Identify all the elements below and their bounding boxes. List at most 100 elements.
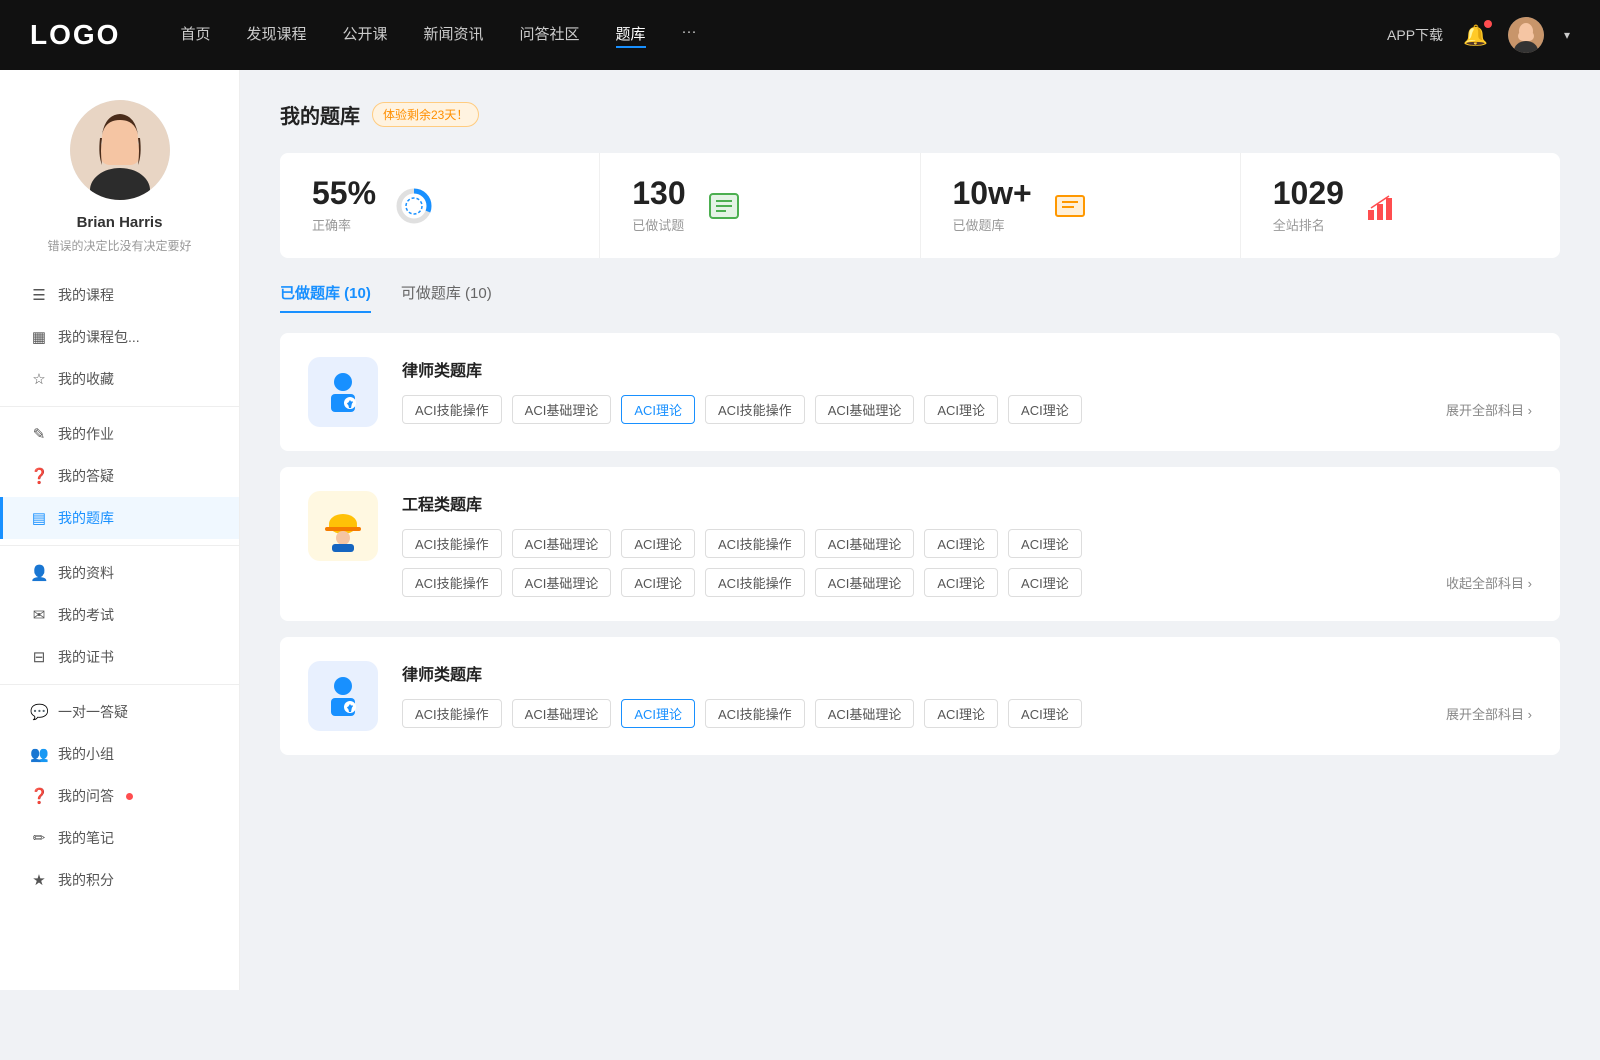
favorites-icon: ☆ [30, 370, 48, 388]
sidebar-item-label: 我的答疑 [58, 466, 114, 486]
stat-label-questions: 已做试题 [632, 215, 685, 234]
sidebar-item-label: 我的收藏 [58, 369, 114, 389]
nav-courses[interactable]: 发现课程 [246, 23, 306, 48]
my-courses-icon: ☰ [30, 286, 48, 304]
eng-tag2-2[interactable]: ACI理论 [621, 568, 695, 597]
questions-icon [704, 186, 744, 226]
sidebar-item-my-qa[interactable]: ❓ 我的问答 [0, 775, 239, 817]
sidebar-item-profile[interactable]: 👤 我的资料 [0, 552, 239, 594]
l2-tag-2-selected[interactable]: ACI理论 [621, 699, 695, 728]
sidebar-divider-3 [0, 684, 239, 685]
nav-news[interactable]: 新闻资讯 [424, 23, 484, 48]
notification-bell-icon[interactable]: 🔔 [1463, 23, 1488, 48]
profile-icon: 👤 [30, 564, 48, 582]
bank-body-engineer: 工程类题库 ACI技能操作 ACI基础理论 ACI理论 ACI技能操作 ACI基… [402, 491, 1532, 597]
tab-available-banks[interactable]: 可做题库 (10) [401, 282, 492, 313]
tag-0[interactable]: ACI技能操作 [402, 395, 502, 424]
tag-2-selected[interactable]: ACI理论 [621, 395, 695, 424]
eng-tag2-6[interactable]: ACI理论 [1008, 568, 1082, 597]
stat-label-ranking: 全站排名 [1273, 215, 1344, 234]
engineer-icon [308, 491, 378, 561]
l2-tag-5[interactable]: ACI理论 [924, 699, 998, 728]
sidebar-item-qa[interactable]: ❓ 我的答疑 [0, 455, 239, 497]
stat-label-rate: 正确率 [312, 215, 376, 234]
expand-link-lawyer-1[interactable]: 展开全部科目 › [1446, 400, 1532, 419]
sidebar-item-one-on-one[interactable]: 💬 一对一答疑 [0, 691, 239, 733]
sidebar-item-label: 我的问答 [58, 786, 114, 806]
trial-badge: 体验剩余23天！ [372, 102, 479, 127]
sidebar-item-course-package[interactable]: ▦ 我的课程包... [0, 316, 239, 358]
user-dropdown-arrow[interactable]: ▾ [1564, 28, 1570, 42]
bank-title-lawyer-1: 律师类题库 [402, 357, 1532, 381]
expand-link-lawyer-2[interactable]: 展开全部科目 › [1446, 704, 1532, 723]
eng-tag2-5[interactable]: ACI理论 [924, 568, 998, 597]
eng-tag-1[interactable]: ACI基础理论 [512, 529, 612, 558]
bank-body-lawyer-2: 律师类题库 ACI技能操作 ACI基础理论 ACI理论 ACI技能操作 ACI基… [402, 661, 1532, 728]
sidebar-item-label: 我的笔记 [58, 828, 114, 848]
bank-card-lawyer-2: 律师类题库 ACI技能操作 ACI基础理论 ACI理论 ACI技能操作 ACI基… [280, 637, 1560, 755]
sidebar-item-label: 我的考试 [58, 605, 114, 625]
tab-done-banks[interactable]: 已做题库 (10) [280, 282, 371, 313]
tags-row-engineer-1: ACI技能操作 ACI基础理论 ACI理论 ACI技能操作 ACI基础理论 AC… [402, 529, 1532, 558]
tags-row-engineer-2: ACI技能操作 ACI基础理论 ACI理论 ACI技能操作 ACI基础理论 AC… [402, 568, 1532, 597]
sidebar-item-label: 我的小组 [58, 744, 114, 764]
sidebar-item-label: 我的积分 [58, 870, 114, 890]
nav-menu: 首页 发现课程 公开课 新闻资讯 问答社区 题库 ··· [180, 23, 1387, 48]
app-download-button[interactable]: APP下载 [1387, 25, 1443, 45]
sidebar-item-notes[interactable]: ✏ 我的笔记 [0, 817, 239, 859]
eng-tag2-1[interactable]: ACI基础理论 [512, 568, 612, 597]
l2-tag-0[interactable]: ACI技能操作 [402, 699, 502, 728]
l2-tag-6[interactable]: ACI理论 [1008, 699, 1082, 728]
l2-tag-4[interactable]: ACI基础理论 [815, 699, 915, 728]
collapse-link-engineer[interactable]: 收起全部科目 › [1446, 573, 1532, 592]
sidebar-item-exam[interactable]: ✉ 我的考试 [0, 594, 239, 636]
nav-open-course[interactable]: 公开课 [342, 23, 387, 48]
eng-tag2-3[interactable]: ACI技能操作 [705, 568, 805, 597]
nav-qa[interactable]: 问答社区 [520, 23, 580, 48]
tab-bar: 已做题库 (10) 可做题库 (10) [280, 282, 1560, 313]
eng-tag-0[interactable]: ACI技能操作 [402, 529, 502, 558]
l2-tag-1[interactable]: ACI基础理论 [512, 699, 612, 728]
sidebar-item-certificate[interactable]: ⊟ 我的证书 [0, 636, 239, 678]
sidebar-item-favorites[interactable]: ☆ 我的收藏 [0, 358, 239, 400]
sidebar-divider [0, 406, 239, 407]
tag-5[interactable]: ACI理论 [924, 395, 998, 424]
page-title: 我的题库 [280, 100, 360, 129]
nav-home[interactable]: 首页 [180, 23, 210, 48]
sidebar-item-question-bank[interactable]: ▤ 我的题库 [0, 497, 239, 539]
sidebar-item-group[interactable]: 👥 我的小组 [0, 733, 239, 775]
sidebar-item-my-courses[interactable]: ☰ 我的课程 [0, 274, 239, 316]
exam-icon: ✉ [30, 606, 48, 624]
nav-more[interactable]: ··· [682, 23, 697, 48]
logo[interactable]: LOGO [30, 19, 120, 51]
eng-tag-6[interactable]: ACI理论 [1008, 529, 1082, 558]
tag-3[interactable]: ACI技能操作 [705, 395, 805, 424]
stat-correct-rate: 55% 正确率 [280, 153, 600, 258]
lawyer-icon [308, 357, 378, 427]
stat-done-questions: 130 已做试题 [600, 153, 920, 258]
sidebar-item-label: 一对一答疑 [58, 702, 128, 722]
homework-icon: ✎ [30, 425, 48, 443]
my-qa-icon: ❓ [30, 787, 48, 805]
eng-tag2-0[interactable]: ACI技能操作 [402, 568, 502, 597]
eng-tag-2[interactable]: ACI理论 [621, 529, 695, 558]
l2-tag-3[interactable]: ACI技能操作 [705, 699, 805, 728]
tags-row-lawyer-2: ACI技能操作 ACI基础理论 ACI理论 ACI技能操作 ACI基础理论 AC… [402, 699, 1532, 728]
points-icon: ★ [30, 871, 48, 889]
bank-card-lawyer-1: 律师类题库 ACI技能操作 ACI基础理论 ACI理论 ACI技能操作 ACI基… [280, 333, 1560, 451]
nav-question-bank[interactable]: 题库 [616, 23, 646, 48]
eng-tag-5[interactable]: ACI理论 [924, 529, 998, 558]
tag-6[interactable]: ACI理论 [1008, 395, 1082, 424]
sidebar-menu: ☰ 我的课程 ▦ 我的课程包... ☆ 我的收藏 ✎ 我的作业 ❓ 我的答疑 ▤ [0, 274, 239, 901]
tag-1[interactable]: ACI基础理论 [512, 395, 612, 424]
tags-row-lawyer-1: ACI技能操作 ACI基础理论 ACI理论 ACI技能操作 ACI基础理论 AC… [402, 395, 1532, 424]
eng-tag-4[interactable]: ACI基础理论 [815, 529, 915, 558]
navbar: LOGO 首页 发现课程 公开课 新闻资讯 问答社区 题库 ··· APP下载 … [0, 0, 1600, 70]
stat-value-questions: 130 [632, 177, 685, 209]
eng-tag2-4[interactable]: ACI基础理论 [815, 568, 915, 597]
avatar[interactable] [1508, 17, 1544, 53]
sidebar-item-homework[interactable]: ✎ 我的作业 [0, 413, 239, 455]
sidebar-item-points[interactable]: ★ 我的积分 [0, 859, 239, 901]
eng-tag-3[interactable]: ACI技能操作 [705, 529, 805, 558]
tag-4[interactable]: ACI基础理论 [815, 395, 915, 424]
